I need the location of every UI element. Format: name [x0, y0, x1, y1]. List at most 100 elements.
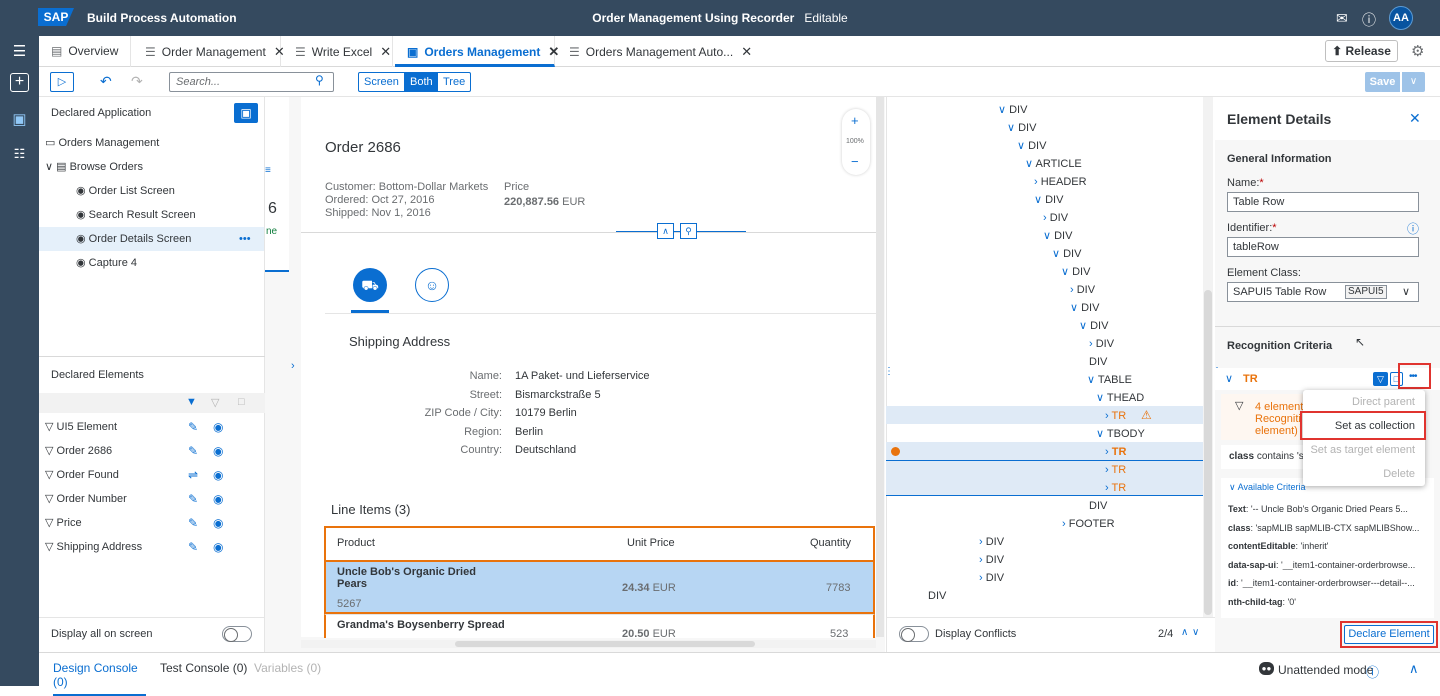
chevron-down-icon[interactable]: ∨: [1034, 194, 1045, 206]
zoom-out-icon[interactable]: −: [851, 154, 859, 169]
undo-icon[interactable]: ↶: [100, 73, 112, 90]
eye-icon[interactable]: ◉: [213, 516, 223, 530]
info-icon[interactable]: ⓘ: [1407, 220, 1419, 237]
element-class-select[interactable]: SAPUI5 Table Row: [1227, 282, 1419, 302]
dom-node[interactable]: ∨ DIV: [1043, 227, 1072, 245]
dom-node[interactable]: › HEADER: [1034, 173, 1087, 191]
vertical-scrollbar[interactable]: [876, 97, 884, 637]
chevron-right-icon[interactable]: ›: [979, 554, 986, 566]
chevron-down-icon[interactable]: ∨: [1096, 428, 1107, 440]
element-shipping-address[interactable]: ▽ Shipping Address: [45, 535, 142, 559]
tree-order-details-screen[interactable]: ◉ Order Details Screen •••: [39, 227, 264, 251]
tree-orders-management[interactable]: ▭ Orders Management: [39, 131, 264, 155]
tree-order-list-screen[interactable]: ◉ Order List Screen: [39, 179, 264, 203]
criteria-row[interactable]: nth-child-tag: '0': [1228, 597, 1433, 607]
eye-icon[interactable]: ◉: [213, 540, 223, 554]
chevron-right-icon[interactable]: ›: [1070, 284, 1077, 296]
save-button[interactable]: Save: [1365, 72, 1400, 92]
criteria-row[interactable]: contentEditable: 'inherit': [1228, 541, 1433, 551]
more-icon[interactable]: •••: [239, 227, 251, 251]
customer-tab[interactable]: ☺: [415, 268, 449, 302]
chevron-down-icon[interactable]: ∨: [1087, 374, 1098, 386]
criteria-row[interactable]: Text: '-- Uncle Bob's Organic Dried Pear…: [1228, 504, 1433, 514]
capture-button[interactable]: ▣: [234, 103, 258, 123]
tree-browse-orders[interactable]: ∨ ▤ Browse Orders: [39, 155, 264, 179]
close-icon[interactable]: ✕: [1409, 110, 1421, 127]
chevron-down-icon[interactable]: ∨: [1225, 372, 1233, 385]
available-criteria-toggle[interactable]: ∨ Available Criteria: [1229, 482, 1305, 493]
chevron-up-icon[interactable]: ∧: [1181, 627, 1188, 638]
info-icon[interactable]: ⓘ: [1366, 662, 1379, 681]
tab-write-excel[interactable]: ☰ Write Excel ✕: [283, 36, 393, 67]
dom-node[interactable]: ∨ TBODY: [1096, 425, 1145, 443]
dom-node[interactable]: › TR: [1105, 461, 1126, 479]
search-icon[interactable]: ⚲: [315, 73, 324, 87]
tab-orders-management-auto[interactable]: ☰ Orders Management Auto... ✕: [557, 36, 752, 67]
dom-node[interactable]: ∨ DIV: [1052, 245, 1081, 263]
monitor-icon[interactable]: ▣: [0, 110, 39, 128]
chevron-down-icon[interactable]: ∨: [1192, 627, 1199, 638]
zoom-in-icon[interactable]: +: [851, 113, 859, 128]
hierarchy-icon[interactable]: ☷: [0, 146, 39, 162]
add-icon[interactable]: +: [10, 73, 29, 92]
dom-node[interactable]: › TR: [1105, 479, 1126, 497]
eye-icon[interactable]: ◉: [213, 492, 223, 506]
display-conflicts-toggle[interactable]: [899, 626, 929, 642]
dom-node[interactable]: › DIV: [979, 569, 1004, 587]
chevron-down-icon[interactable]: ∨: [1043, 230, 1054, 242]
expand-icon[interactable]: ›: [291, 360, 295, 372]
chevron-down-icon[interactable]: ∨: [998, 104, 1009, 116]
edit-icon[interactable]: ✎: [188, 516, 198, 530]
menu-icon[interactable]: ☰: [0, 42, 39, 60]
dom-node[interactable]: ∨ TABLE: [1087, 371, 1132, 389]
chevron-up-icon[interactable]: ∧: [1409, 661, 1419, 677]
more-icon[interactable]: •••: [1409, 371, 1417, 382]
edit-icon[interactable]: ✎: [188, 420, 198, 434]
scroll-thumb[interactable]: [455, 641, 755, 647]
collapse-header-button[interactable]: ∧: [657, 223, 674, 239]
link-icon[interactable]: ⇌: [188, 468, 198, 482]
dom-node[interactable]: ∨ ARTICLE: [1025, 155, 1082, 173]
chevron-down-icon[interactable]: ∨: [1402, 285, 1410, 298]
close-icon[interactable]: ✕: [741, 44, 752, 59]
tab-orders-management[interactable]: ▣ Orders Management ✕: [395, 36, 559, 67]
play-button[interactable]: ▷: [50, 72, 74, 92]
menu-delete[interactable]: Delete: [1303, 462, 1425, 486]
tab-overview[interactable]: ▤ Overview: [39, 36, 131, 67]
chevron-down-icon[interactable]: ∨: [1079, 320, 1090, 332]
chevron-right-icon[interactable]: ›: [1062, 518, 1069, 530]
chevron-down-icon[interactable]: ∨: [1025, 158, 1036, 170]
add-element-icon[interactable]: □: [238, 396, 245, 408]
name-field[interactable]: Table Row: [1227, 192, 1419, 212]
view-tree[interactable]: Tree: [437, 72, 472, 92]
feedback-icon[interactable]: ✉: [1336, 10, 1348, 27]
eye-icon[interactable]: ◉: [213, 468, 223, 482]
dom-node[interactable]: › TR: [1105, 407, 1126, 425]
shipping-tab[interactable]: ⛟: [353, 268, 387, 302]
dom-node[interactable]: › DIV: [1043, 209, 1068, 227]
edit-icon[interactable]: ✎: [188, 492, 198, 506]
menu-set-as-target[interactable]: Set as target element: [1303, 438, 1425, 462]
view-both[interactable]: Both: [404, 72, 439, 92]
element-ui5-element[interactable]: ▽ UI5 Element: [45, 415, 117, 439]
dom-node[interactable]: DIV: [1089, 497, 1107, 515]
avatar[interactable]: AA: [1389, 6, 1413, 30]
shield-icon[interactable]: ▼: [186, 396, 197, 408]
dom-scroll-thumb[interactable]: [1204, 290, 1212, 615]
dom-node[interactable]: ∨ DIV: [1061, 263, 1090, 281]
dom-node[interactable]: › DIV: [1070, 281, 1095, 299]
element-order-2686[interactable]: ▽ Order 2686: [45, 439, 112, 463]
tree-capture-4[interactable]: ◉ Capture 4: [39, 251, 264, 275]
chevron-right-icon[interactable]: ›: [1105, 446, 1112, 458]
resize-handle[interactable]: ⋮: [884, 366, 894, 377]
dom-node[interactable]: › TR: [1105, 443, 1126, 461]
element-order-number[interactable]: ▽ Order Number: [45, 487, 127, 511]
search-input[interactable]: Search...: [169, 72, 334, 92]
chevron-down-icon[interactable]: ∨: [45, 161, 53, 173]
element-price[interactable]: ▽ Price: [45, 511, 82, 535]
splitter[interactable]: [39, 356, 265, 357]
declare-element-button[interactable]: Declare Element: [1344, 625, 1434, 644]
chevron-down-icon[interactable]: ∨: [1070, 302, 1081, 314]
dom-node[interactable]: ∨ DIV: [1070, 299, 1099, 317]
criteria-row[interactable]: id: '__item1-container-orderbrowser---de…: [1228, 578, 1433, 588]
